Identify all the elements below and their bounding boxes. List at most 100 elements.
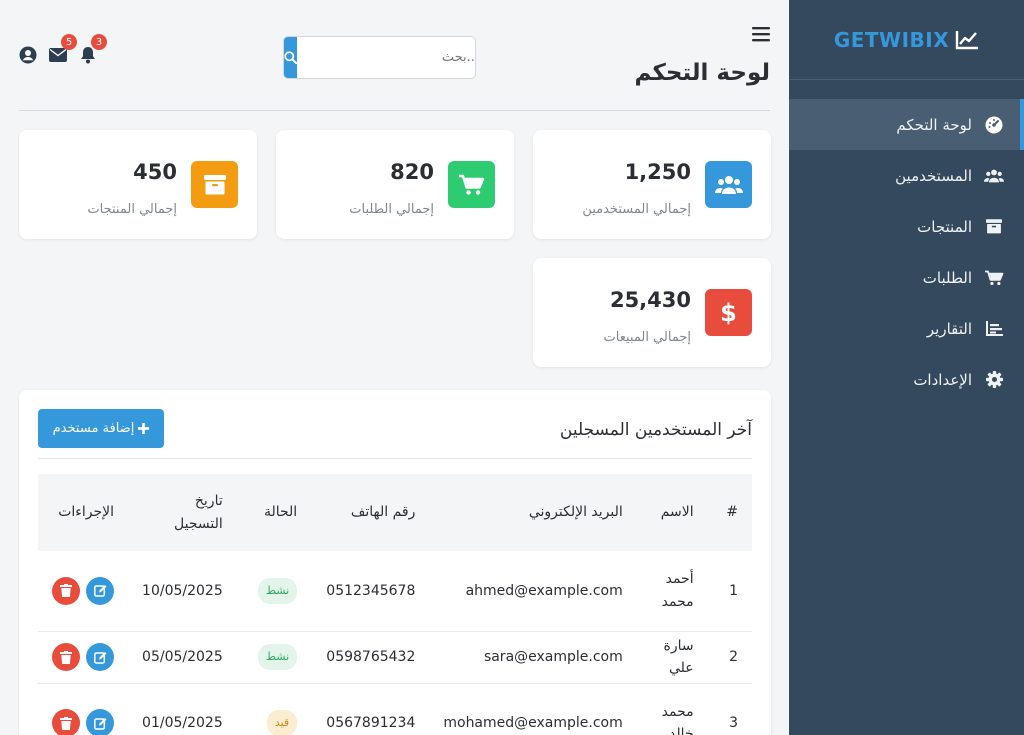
table-row: 1 أحمد محمد ahmed@example.com 0512345678… [38, 551, 752, 632]
cart-icon [448, 161, 495, 208]
cell-date: 05/05/2025 [128, 631, 237, 684]
cell-name: أحمد محمد [636, 551, 708, 632]
stat-value: 25,430 [609, 288, 691, 312]
col-header-date: تاريخ التسجيل [174, 493, 223, 532]
recent-users-card: آخر المستخدمين المسجلين إضافة مستخدم # ا… [19, 390, 771, 735]
notifications-badge: 3 [91, 34, 107, 50]
delete-button[interactable] [52, 709, 80, 735]
cell-email: sara@example.com [429, 631, 637, 684]
dashboard-gauge-icon [984, 116, 1004, 134]
edit-icon [93, 651, 106, 664]
bar-chart-icon [984, 321, 1004, 336]
cell-status: نشط [236, 551, 312, 632]
trash-icon [60, 584, 72, 598]
col-header-actions: الإجراءات [58, 504, 114, 521]
cell-email: mohamed@example.com [429, 683, 637, 735]
table-header-row: # الاسم البريد الإلكتروني رقم الهاتف الح… [38, 474, 752, 551]
col-header-status: الحالة [263, 504, 298, 521]
cell-actions [38, 631, 128, 684]
sidebar-item-label: المستخدمين [895, 166, 972, 185]
brand-logo[interactable]: GETWIBIX [789, 0, 1024, 80]
search-icon [284, 51, 297, 64]
sidebar-item-label: لوحة التحكم [896, 115, 972, 134]
search-button[interactable] [284, 37, 297, 78]
delete-button[interactable] [52, 643, 80, 671]
cell-email: ahmed@example.com [429, 551, 637, 632]
stat-value: 820 [390, 160, 434, 184]
gear-icon [984, 371, 1004, 388]
edit-button[interactable] [86, 643, 114, 671]
table-row: 3 محمد خالد mohamed@example.com 05678912… [38, 683, 752, 735]
search-input[interactable] [297, 37, 475, 78]
stat-value: 1,250 [624, 160, 691, 184]
cart-icon [984, 270, 1004, 286]
hamburger-menu-icon[interactable] [752, 27, 770, 46]
sidebar-nav: لوحة التحكم المستخدمين المنتجات الطلبات … [789, 99, 1024, 405]
cell-date: 01/05/2025 [128, 683, 237, 735]
users-icon [984, 168, 1004, 184]
cell-phone: 0512345678 [311, 551, 430, 632]
edit-icon [93, 585, 106, 597]
col-header-num: # [726, 504, 738, 521]
status-badge: قيد [266, 710, 298, 735]
edit-icon [93, 717, 106, 730]
sidebar-item-reports[interactable]: التقارير [789, 303, 1024, 354]
sidebar-item-users[interactable]: المستخدمين [789, 150, 1024, 201]
edit-button[interactable] [86, 709, 114, 735]
brand-name: GETWIBIX [833, 27, 950, 52]
stat-label: إجمالي الطلبات [349, 202, 434, 217]
cell-date: 10/05/2025 [128, 551, 237, 632]
sidebar-item-label: الطلبات [922, 268, 972, 287]
user-profile-icon[interactable] [19, 46, 37, 64]
cell-status: نشط [236, 631, 312, 684]
sidebar-item-label: المنتجات [917, 217, 972, 236]
chart-line-icon [955, 30, 979, 50]
users-icon [705, 161, 752, 208]
messages-badge: 5 [61, 34, 77, 50]
trash-icon [60, 650, 72, 664]
stat-card-users: 1,250 إجمالي المستخدمين [533, 130, 771, 239]
sidebar-item-label: التقارير [926, 319, 972, 338]
sidebar-item-settings[interactable]: الإعدادات [789, 354, 1024, 405]
page-title: لوحة التحكم [634, 60, 770, 86]
cell-num: 3 [707, 683, 752, 735]
delete-button[interactable] [52, 576, 80, 605]
dollar-icon: $ [705, 289, 752, 336]
sidebar: GETWIBIX لوحة التحكم المستخدمين المنتجات… [789, 0, 1024, 735]
box-icon [984, 219, 1004, 234]
stat-card-products: 450 إجمالي المنتجات [19, 130, 257, 239]
divider [38, 458, 752, 459]
cell-actions [38, 683, 128, 735]
status-badge: نشط [257, 577, 298, 604]
status-badge: نشط [257, 644, 298, 670]
add-user-button[interactable]: إضافة مستخدم [38, 409, 164, 448]
col-header-name: الاسم [660, 504, 694, 521]
edit-button[interactable] [86, 576, 114, 605]
sidebar-item-orders[interactable]: الطلبات [789, 252, 1024, 303]
stat-label: إجمالي المنتجات [87, 202, 177, 217]
sidebar-item-products[interactable]: المنتجات [789, 201, 1024, 252]
stat-card-orders: 820 إجمالي الطلبات [276, 130, 514, 239]
cell-phone: 0598765432 [311, 631, 430, 684]
cell-phone: 0567891234 [311, 683, 430, 735]
stat-label: إجمالي المبيعات [603, 330, 691, 345]
messages-icon[interactable]: 5 [49, 34, 77, 64]
sidebar-item-label: الإعدادات [913, 370, 972, 389]
stat-value: 450 [133, 160, 177, 184]
notifications-bell-icon[interactable]: 3 [79, 34, 107, 64]
cell-actions [38, 551, 128, 632]
cell-name: محمد خالد [636, 683, 708, 735]
sidebar-item-dashboard[interactable]: لوحة التحكم [789, 99, 1024, 150]
stat-card-sales: $ 25,430 إجمالي المبيعات [533, 258, 771, 367]
box-icon [191, 161, 238, 208]
table-row: 2 سارة علي sara@example.com 0598765432 ن… [38, 631, 752, 684]
col-header-email: البريد الإلكتروني [528, 504, 623, 521]
stat-label: إجمالي المستخدمين [582, 202, 691, 217]
cell-num: 1 [707, 551, 752, 632]
header-icons: 5 3 [19, 34, 107, 64]
cell-name: سارة علي [636, 631, 708, 684]
section-title: آخر المستخدمين المسجلين [559, 420, 752, 440]
cell-num: 2 [707, 631, 752, 684]
users-table: # الاسم البريد الإلكتروني رقم الهاتف الح… [38, 474, 752, 735]
col-header-phone: رقم الهاتف [350, 504, 416, 521]
